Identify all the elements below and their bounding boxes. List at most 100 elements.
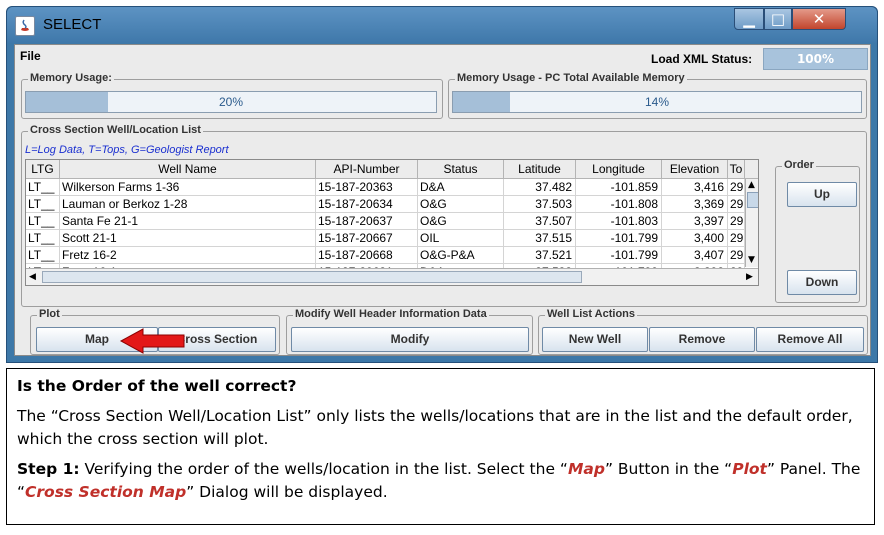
cell-township[interactable]: 29S <box>728 247 745 264</box>
cell-status[interactable]: D&A <box>418 179 504 196</box>
cell-latitude[interactable]: 37.521 <box>504 247 576 264</box>
new-well-button[interactable]: New Well <box>542 327 648 352</box>
cell-longitude[interactable]: -101.808 <box>576 196 662 213</box>
remove-all-button[interactable]: Remove All <box>756 327 864 352</box>
table-header: LTG Well Name API-Number Status Latitude… <box>26 160 758 179</box>
xml-status-bar: 100% <box>763 48 868 70</box>
step-map-highlight: Map <box>567 460 605 478</box>
cell-township[interactable]: 29S <box>728 196 745 213</box>
cell-ltg[interactable]: LT__ <box>26 213 60 230</box>
minimize-icon: ▁ <box>743 10 755 28</box>
table-row[interactable]: LT__ Santa Fe 21-1 15-187-20637 O&G 37.507 -1… <box>26 213 758 230</box>
table-row[interactable]: LT__ Wilkerson Farms 1-36 15-187-20363 D&A 3… <box>26 179 758 196</box>
title-bar[interactable]: SELECT ▁ □ ✕ <box>7 7 877 43</box>
scroll-left-arrow-icon[interactable]: ◀ <box>29 271 36 283</box>
plot-title: Plot <box>37 308 62 320</box>
cell-longitude[interactable]: -101.799 <box>576 247 662 264</box>
well-table[interactable]: LTG Well Name API-Number Status Latitude… <box>25 159 759 286</box>
cell-api-number[interactable]: 15-187-20637 <box>316 213 418 230</box>
cell-township[interactable]: 29S <box>728 179 745 196</box>
pc-memory-panel: Memory Usage - PC Total Available Memory… <box>448 72 867 119</box>
maximize-button[interactable]: □ <box>764 8 792 30</box>
cell-status[interactable]: O&G-P&A <box>418 247 504 264</box>
col-header-latitude[interactable]: Latitude <box>504 160 576 179</box>
pc-memory-title: Memory Usage - PC Total Available Memory <box>455 72 687 84</box>
table-row[interactable]: LT__ Lauman or Berkoz 1-28 15-187-20634 O&G… <box>26 196 758 213</box>
cell-longitude[interactable]: -101.799 <box>576 230 662 247</box>
cell-latitude[interactable]: 37.507 <box>504 213 576 230</box>
instruction-step-1: Step 1: Verifying the order of the wells… <box>17 458 864 504</box>
cell-well-name[interactable]: Wilkerson Farms 1-36 <box>60 179 316 196</box>
step-text-d: ” Dialog will be displayed. <box>186 483 388 501</box>
step-dialog-highlight: Cross Section Map <box>25 483 187 501</box>
memory-usage-value: 20% <box>218 95 244 109</box>
cell-latitude[interactable]: 37.503 <box>504 196 576 213</box>
scroll-down-arrow-icon[interactable]: ▼ <box>748 254 755 266</box>
remove-button[interactable]: Remove <box>649 327 755 352</box>
table-horizontal-scrollbar[interactable]: ◀ ▶ <box>26 268 758 285</box>
scroll-up-arrow-icon[interactable]: ▲ <box>748 179 755 191</box>
cell-township[interactable]: 29S <box>728 230 745 247</box>
well-list-title: Cross Section Well/Location List <box>28 124 203 136</box>
cell-latitude[interactable]: 37.515 <box>504 230 576 247</box>
minimize-button[interactable]: ▁ <box>734 8 764 30</box>
xml-status-label: Load XML Status: <box>651 52 753 66</box>
col-header-well-name[interactable]: Well Name <box>60 160 316 179</box>
cell-longitude[interactable]: -101.859 <box>576 179 662 196</box>
table-row[interactable]: LT__ Scott 21-1 15-187-20667 OIL 37.515 -101.… <box>26 230 758 247</box>
cell-well-name[interactable]: Fretz 16-2 <box>60 247 316 264</box>
col-header-township[interactable]: To <box>728 160 745 179</box>
pc-memory-value: 14% <box>644 95 670 109</box>
memory-usage-panel: Memory Usage: 20% <box>21 72 443 119</box>
order-title: Order <box>782 159 816 171</box>
cell-elevation[interactable]: 3,407 <box>662 247 728 264</box>
col-header-longitude[interactable]: Longitude <box>576 160 662 179</box>
cell-status[interactable]: O&G <box>418 213 504 230</box>
step-plot-highlight: Plot <box>732 460 767 478</box>
down-button[interactable]: Down <box>787 270 857 295</box>
cell-well-name[interactable]: Scott 21-1 <box>60 230 316 247</box>
cell-api-number[interactable]: 15-187-20363 <box>316 179 418 196</box>
scroll-right-arrow-icon[interactable]: ▶ <box>746 271 753 283</box>
vertical-scroll-thumb[interactable] <box>747 192 758 208</box>
select-window: SELECT ▁ □ ✕ File Load XML Status: 100% … <box>6 6 878 363</box>
cell-latitude[interactable]: 37.482 <box>504 179 576 196</box>
cell-api-number[interactable]: 15-187-20667 <box>316 230 418 247</box>
maximize-icon: □ <box>770 10 786 28</box>
cell-api-number[interactable]: 15-187-20634 <box>316 196 418 213</box>
cell-well-name[interactable]: Lauman or Berkoz 1-28 <box>60 196 316 213</box>
col-header-api[interactable]: API-Number <box>316 160 418 179</box>
cell-elevation[interactable]: 3,400 <box>662 230 728 247</box>
memory-usage-bar: 20% <box>25 91 437 113</box>
window-title: SELECT <box>43 16 102 33</box>
close-button[interactable]: ✕ <box>792 8 846 30</box>
cell-ltg[interactable]: LT__ <box>26 230 60 247</box>
table-vertical-scrollbar[interactable]: ▲ ▼ <box>745 179 758 267</box>
cell-status[interactable]: OIL <box>418 230 504 247</box>
cell-township[interactable]: 29S <box>728 213 745 230</box>
cell-well-name[interactable]: Santa Fe 21-1 <box>60 213 316 230</box>
cell-api-number[interactable]: 15-187-20668 <box>316 247 418 264</box>
cell-elevation[interactable]: 3,416 <box>662 179 728 196</box>
well-list-actions-title: Well List Actions <box>545 308 638 320</box>
cell-elevation[interactable]: 3,369 <box>662 196 728 213</box>
col-header-ltg[interactable]: LTG <box>26 160 60 179</box>
col-header-elevation[interactable]: Elevation <box>662 160 728 179</box>
cell-status[interactable]: O&G <box>418 196 504 213</box>
col-header-status[interactable]: Status <box>418 160 504 179</box>
table-row[interactable]: LT__ Fretz 16-2 15-187-20668 O&G-P&A 37.521-… <box>26 247 758 264</box>
up-button[interactable]: Up <box>787 182 857 207</box>
horizontal-scroll-thumb[interactable] <box>42 271 582 283</box>
modify-button[interactable]: Modify <box>291 327 529 352</box>
pc-memory-bar: 14% <box>452 91 862 113</box>
cell-ltg[interactable]: LT__ <box>26 179 60 196</box>
cell-longitude[interactable]: -101.803 <box>576 213 662 230</box>
close-icon: ✕ <box>812 10 826 28</box>
cell-elevation[interactable]: 3,397 <box>662 213 728 230</box>
well-list-legend: L=Log Data, T=Tops, G=Geologist Report <box>25 144 229 156</box>
menu-file[interactable]: File <box>20 49 41 63</box>
memory-usage-title: Memory Usage: <box>28 72 114 84</box>
cell-ltg[interactable]: LT__ <box>26 247 60 264</box>
red-pointer-arrow-icon <box>119 328 185 354</box>
cell-ltg[interactable]: LT__ <box>26 196 60 213</box>
